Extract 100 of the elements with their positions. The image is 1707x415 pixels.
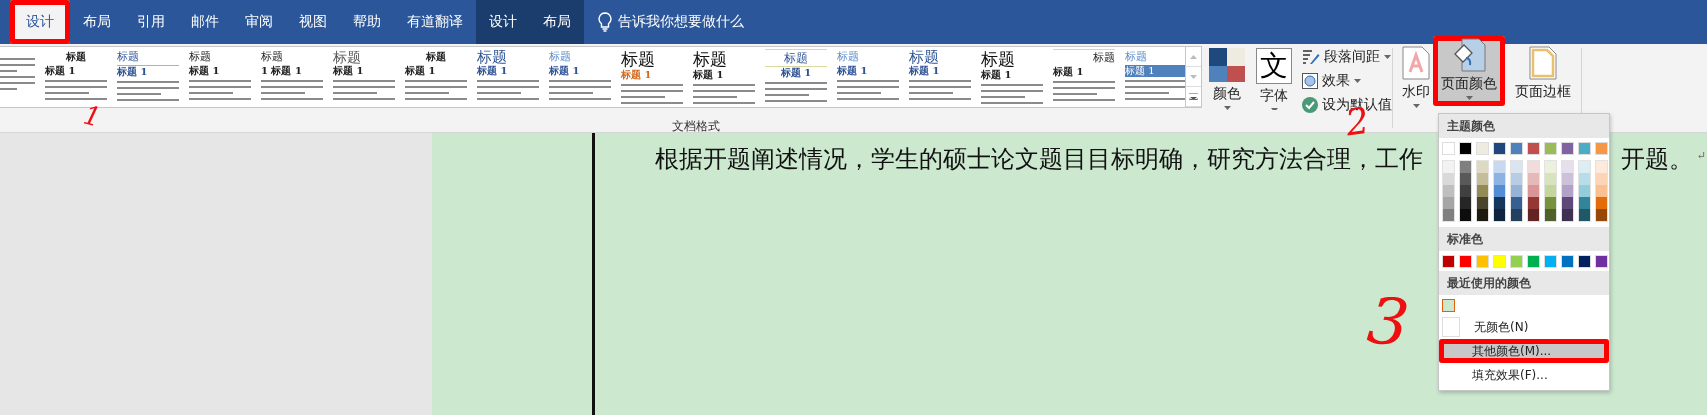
color-swatch[interactable] [1460,185,1471,197]
color-swatch[interactable] [1494,185,1505,197]
paragraph-spacing-button[interactable]: 段落间距 [1302,46,1392,68]
color-swatch[interactable] [1562,161,1573,173]
color-swatch[interactable] [1494,209,1505,221]
color-swatch[interactable] [1562,185,1573,197]
ribbon-tab[interactable]: 布局 [530,0,584,44]
color-swatch[interactable] [1528,161,1539,173]
color-swatch[interactable] [1528,197,1539,209]
color-swatch[interactable] [1443,185,1454,197]
color-swatch[interactable] [1579,173,1590,185]
color-swatch[interactable] [1443,161,1454,173]
color-swatch[interactable] [1511,161,1522,173]
menu-item[interactable]: 其他颜色(M)... [1439,339,1609,363]
color-swatch[interactable] [1596,185,1607,197]
color-swatch[interactable] [1443,173,1454,185]
color-swatch[interactable] [1511,173,1522,185]
fonts-button[interactable]: 文 字体 [1252,46,1296,110]
style-thumbnail[interactable]: 标题 标题 1 [688,47,760,107]
ribbon-tab[interactable]: 审阅 [232,0,286,44]
effects-button[interactable]: 效果 [1302,70,1392,92]
body-text-drawing [405,77,467,101]
color-swatch[interactable] [1596,173,1607,185]
color-swatch[interactable] [1528,209,1539,221]
color-swatch[interactable] [1511,209,1522,221]
color-swatch[interactable] [1460,173,1471,185]
watermark-button[interactable]: 水印 [1399,44,1433,108]
ribbon-tab[interactable]: 邮件 [178,0,232,44]
style-thumbnail[interactable]: 标题 标题 1 [328,47,400,107]
style-thumbnail[interactable]: 标题 标题 1 [832,47,904,107]
color-swatch[interactable] [1545,173,1556,185]
style-thumbnail[interactable]: 标题 标题 1 [904,47,976,107]
thumbnail-title: 标题 [1093,51,1115,64]
thumbnail-title: 标题 [693,49,727,69]
color-swatch[interactable] [1545,197,1556,209]
thumbnail-title: 标题 [549,50,571,63]
page-borders-button[interactable]: 页面边框 [1511,44,1575,108]
style-thumbnail[interactable]: 标题 标题 1 [544,47,616,107]
color-swatch[interactable] [1545,161,1556,173]
thumbnail-heading: 1 标题 1 [261,65,302,76]
style-thumbnail[interactable]: 标题 标题 1 [112,47,184,107]
body-text-drawing [693,81,755,105]
color-swatch[interactable] [1545,209,1556,221]
color-swatch[interactable] [1596,209,1607,221]
color-swatch[interactable] [1443,197,1454,209]
page-color-button[interactable]: 页面颜色 [1433,36,1505,106]
style-thumbnail[interactable]: 标题 标题 1 [472,47,544,107]
color-swatch[interactable] [1494,173,1505,185]
color-swatch[interactable] [1460,197,1471,209]
ribbon-tab[interactable]: 有道翻译 [394,0,476,44]
ribbon-tab[interactable]: 引用 [124,0,178,44]
color-swatch[interactable] [1528,185,1539,197]
style-thumbnail[interactable]: 标题 标题 1 [760,47,832,107]
color-swatch[interactable] [1579,161,1590,173]
color-swatch[interactable] [1460,161,1471,173]
ribbon-tab[interactable]: 帮助 [340,0,394,44]
tell-me-search[interactable]: 告诉我你想要做什么 [618,13,744,31]
color-swatch[interactable] [1545,185,1556,197]
color-swatch[interactable] [1477,173,1488,185]
color-swatch[interactable] [1494,161,1505,173]
color-swatch[interactable] [1477,161,1488,173]
color-swatch[interactable] [1596,161,1607,173]
style-thumbnail[interactable]: 标题 1 标题 1 [256,47,328,107]
color-swatch[interactable] [1562,173,1573,185]
color-swatch[interactable] [1596,197,1607,209]
ribbon-tab[interactable]: 布局 [70,0,124,44]
color-swatch[interactable] [1477,209,1488,221]
color-swatch[interactable] [1511,185,1522,197]
color-swatch[interactable] [1460,209,1471,221]
style-thumbnail[interactable]: 标题 标题 1 [976,47,1048,107]
style-thumbnail[interactable]: 标题 标题 1 [184,47,256,107]
thumbnail-heading: 标题 1 [780,67,812,78]
thumbnail-heading: 标题 1 [333,65,364,76]
style-thumbnail[interactable]: 标题 标题 1 [1048,47,1120,107]
body-text-drawing [549,77,611,101]
caret-icon [1465,96,1473,100]
ribbon-tab[interactable]: 视图 [286,0,340,44]
color-swatch[interactable] [1562,209,1573,221]
color-swatch[interactable] [1511,197,1522,209]
color-swatch[interactable] [1477,185,1488,197]
menu-item[interactable]: 无颜色(N) [1439,315,1609,339]
menu-item[interactable]: 填充效果(F)... [1439,363,1609,387]
color-swatch[interactable] [1528,173,1539,185]
color-swatch[interactable] [1579,209,1590,221]
ribbon-tab[interactable]: 设计 [476,0,530,44]
color-scheme-icon [1209,48,1245,83]
color-swatch[interactable] [1579,197,1590,209]
color-swatch[interactable] [1442,299,1455,312]
color-swatch[interactable] [1494,197,1505,209]
color-swatch[interactable] [1579,185,1590,197]
color-swatch[interactable] [1477,197,1488,209]
color-swatch[interactable] [1562,197,1573,209]
style-thumbnail[interactable]: 标题 标题 1 [400,47,472,107]
ribbon-tab[interactable]: 设计 [10,0,70,44]
colors-button[interactable]: 颜色 [1205,46,1249,110]
thumbnail-heading: 标题 1 [189,65,220,76]
style-thumbnail[interactable]: 标题 标题 1 [616,47,688,107]
style-thumbnail[interactable]: 标题 标题 1 [1120,47,1186,107]
paragraph-spacing-icon [1302,49,1320,65]
color-swatch[interactable] [1443,209,1454,221]
